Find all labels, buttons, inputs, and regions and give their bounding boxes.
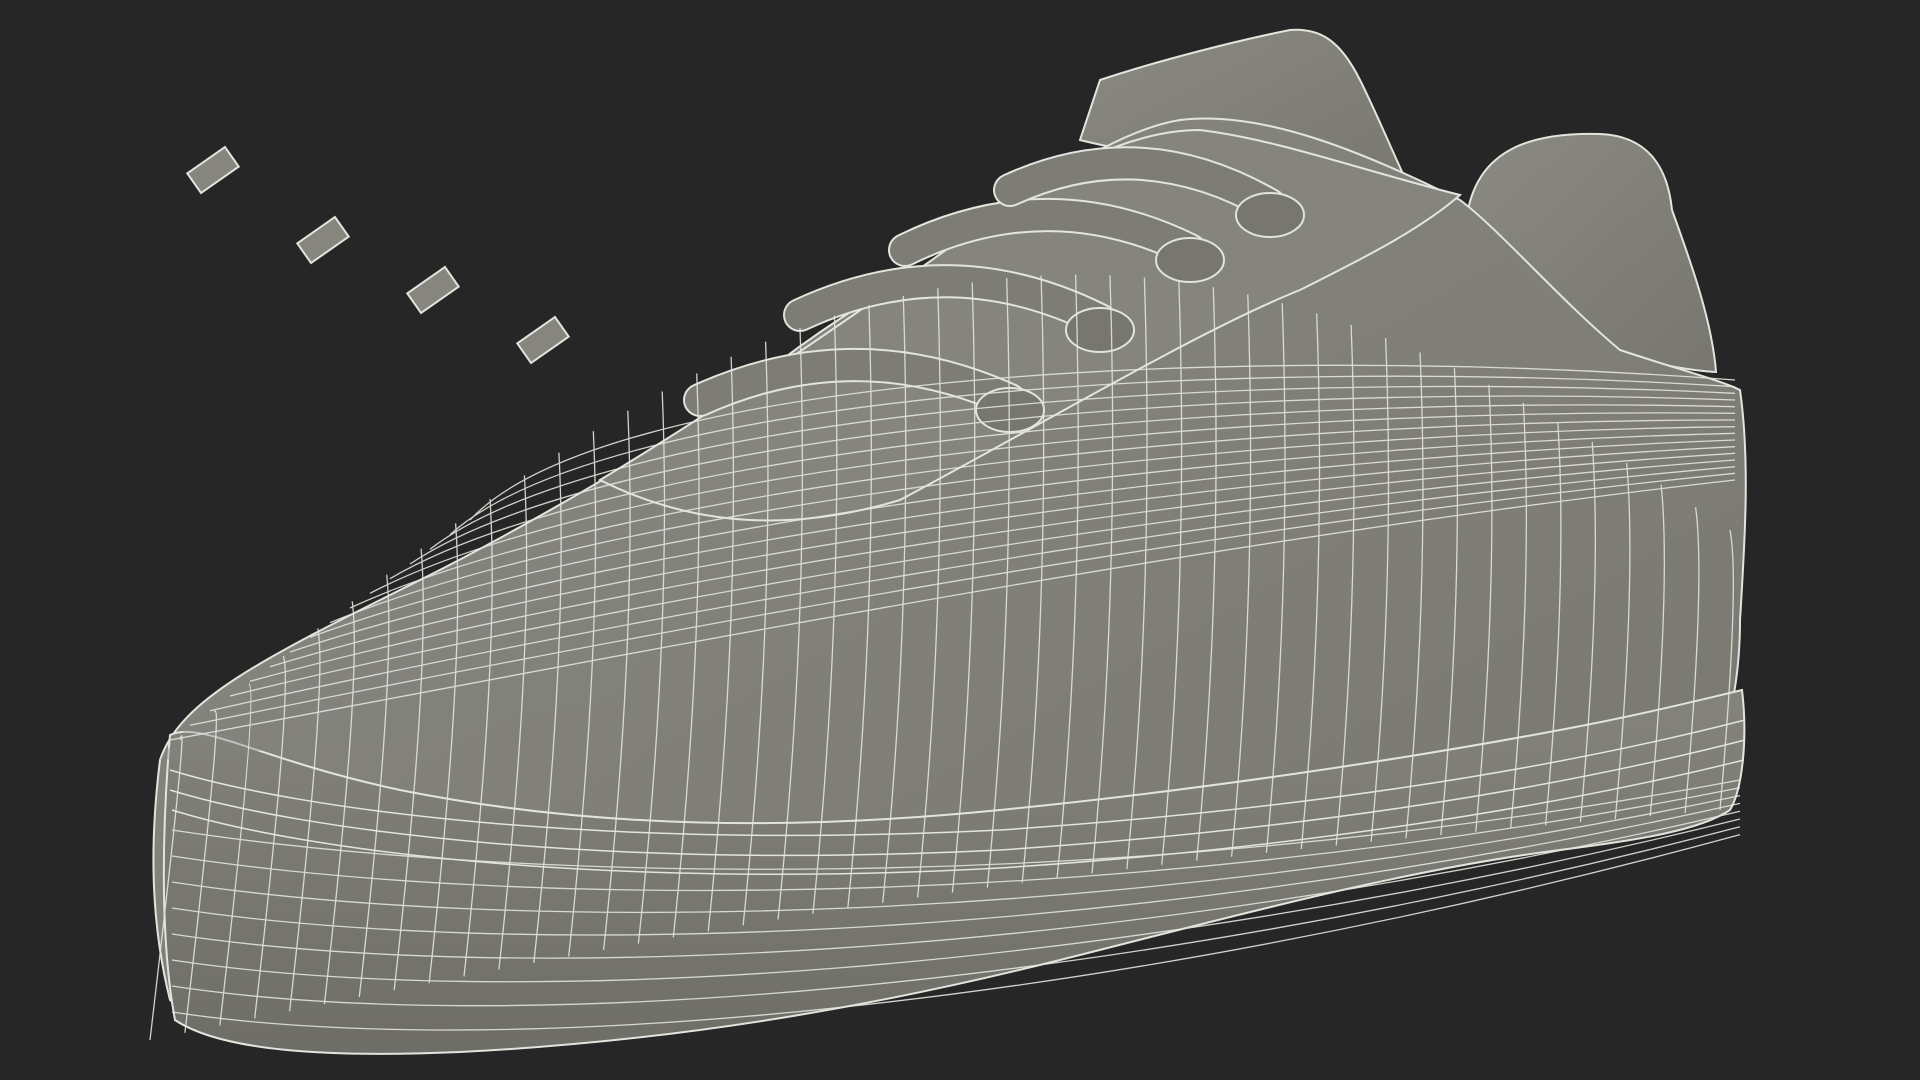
eyelet	[975, 387, 1045, 433]
eyelet	[1235, 192, 1305, 238]
lace-tip	[515, 315, 571, 365]
lace-tip	[295, 215, 351, 265]
lace-tip	[185, 145, 241, 195]
viewport	[0, 0, 1920, 1080]
lace-tip	[405, 265, 461, 315]
eyelet	[1155, 237, 1225, 283]
wireframe-render	[149, 28, 1747, 1055]
